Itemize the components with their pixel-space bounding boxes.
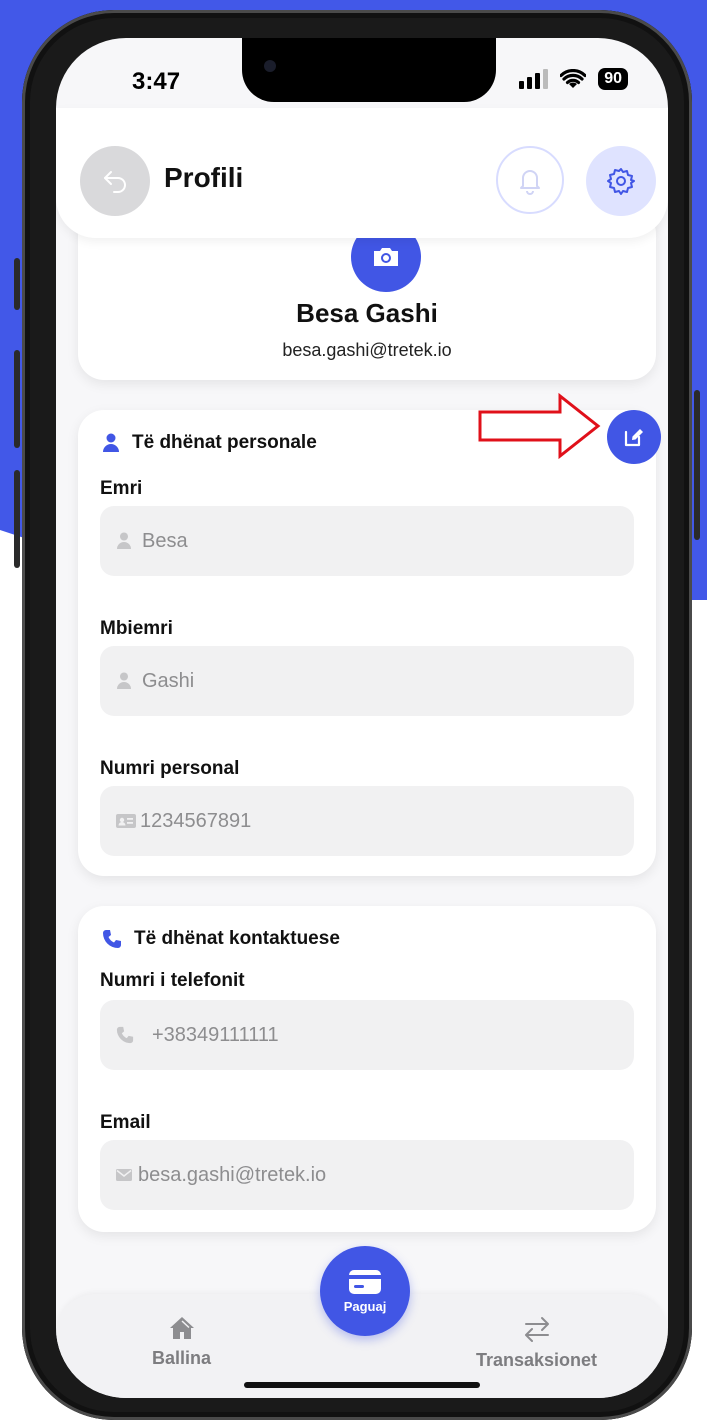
personal-data-card: Të dhënat personale Emri Besa Mbiemri Ga… <box>78 410 656 876</box>
phone-icon <box>116 1026 134 1044</box>
last-name-label: Mbiemri <box>100 618 173 639</box>
back-arrow-icon <box>104 171 126 193</box>
phone-number-field[interactable]: +38349111111 <box>100 1000 634 1070</box>
signal-icon <box>519 69 549 89</box>
app-screen: 3:47 90 Profili Besa Gashi besa.gashi@tr… <box>56 38 668 1398</box>
back-button[interactable] <box>80 146 150 216</box>
page-title: Profili <box>164 162 244 193</box>
email-value: besa.gashi@tretek.io <box>138 1163 327 1186</box>
edit-profile-button[interactable] <box>607 410 661 464</box>
first-name-value: Besa <box>142 529 188 552</box>
personal-number-value: 1234567891 <box>140 809 252 832</box>
profile-name: Besa Gashi <box>296 298 438 328</box>
nav-home[interactable]: Ballina <box>152 1316 211 1369</box>
user-icon <box>117 672 131 689</box>
gear-icon <box>607 168 635 195</box>
phone-number-value: +38349111111 <box>152 1023 279 1046</box>
contact-section-title: Të dhënat kontaktuese <box>102 928 340 950</box>
personal-section-label: Të dhënat personale <box>132 432 317 453</box>
personal-number-label: Numri personal <box>100 758 240 779</box>
mail-icon <box>116 1169 132 1181</box>
pay-button[interactable]: Paguaj <box>320 1246 410 1336</box>
email-label: Email <box>100 1112 151 1133</box>
home-icon <box>169 1317 194 1339</box>
battery-indicator: 90 <box>598 68 628 90</box>
bell-icon <box>520 170 540 195</box>
phone-icon <box>103 930 121 948</box>
id-card-icon <box>116 814 136 828</box>
notifications-button[interactable] <box>496 146 564 214</box>
personal-number-field[interactable]: 1234567891 <box>100 786 634 856</box>
email-field[interactable]: besa.gashi@tretek.io <box>100 1140 634 1210</box>
settings-button[interactable] <box>586 146 656 216</box>
profile-email: besa.gashi@tretek.io <box>282 340 452 360</box>
app-header: Profili <box>56 108 668 238</box>
nav-transactions-label: Transaksionet <box>476 1350 598 1370</box>
nav-home-label: Ballina <box>152 1348 212 1368</box>
home-indicator <box>244 1382 480 1388</box>
last-name-value: Gashi <box>142 669 195 692</box>
edit-icon <box>624 429 643 447</box>
contact-data-card: Të dhënat kontaktuese Numri i telefonit … <box>78 906 656 1232</box>
user-icon <box>117 532 131 549</box>
dynamic-island <box>242 38 496 102</box>
wifi-icon <box>560 69 587 88</box>
annotation-arrow-icon <box>478 392 601 460</box>
contact-section-label: Të dhënat kontaktuese <box>134 928 340 949</box>
nav-transactions[interactable]: Transaksionet <box>476 1316 597 1371</box>
first-name-field[interactable]: Besa <box>100 506 634 576</box>
swap-arrows-icon <box>524 1317 549 1342</box>
phone-number-label: Numri i telefonit <box>100 970 245 991</box>
status-time: 3:47 <box>132 68 181 95</box>
personal-section-title: Të dhënat personale <box>102 432 317 454</box>
last-name-field[interactable]: Gashi <box>100 646 634 716</box>
first-name-label: Emri <box>100 478 143 499</box>
status-icons: 90 <box>519 68 628 90</box>
user-icon <box>103 433 119 452</box>
camera-icon <box>374 248 398 266</box>
pay-label: Paguaj <box>343 1298 387 1314</box>
card-icon <box>349 1269 381 1294</box>
